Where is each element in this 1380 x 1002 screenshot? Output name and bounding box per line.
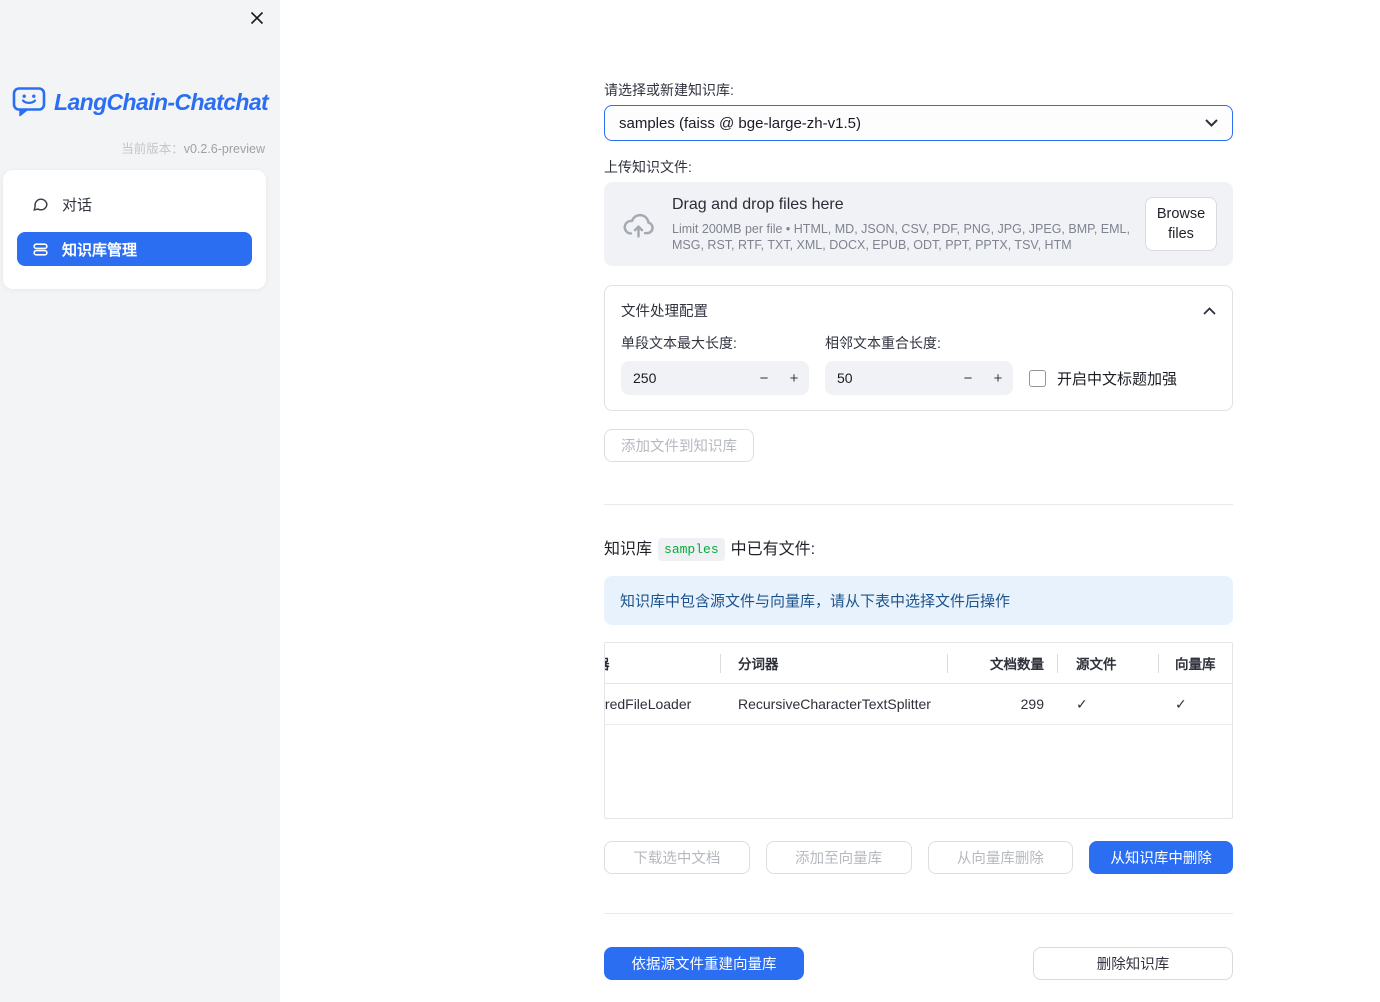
kb-name-code: samples bbox=[658, 538, 725, 561]
sidebar-item-kb-management[interactable]: 知识库管理 bbox=[17, 232, 252, 266]
decrement-button[interactable]: − bbox=[749, 370, 779, 387]
increment-button[interactable]: + bbox=[983, 370, 1013, 387]
overlap-size-stepper: − + bbox=[825, 361, 1013, 395]
info-alert: 知识库中包含源文件与向量库，请从下表中选择文件后操作 bbox=[604, 576, 1233, 625]
kb-selectbox[interactable]: samples (faiss @ bge-large-zh-v1.5) bbox=[604, 105, 1233, 141]
column-header-vector-store: 向量库 bbox=[1175, 657, 1216, 672]
table-row[interactable]: UnstructuredFileLoader RecursiveCharacte… bbox=[605, 684, 1232, 725]
upload-label: 上传知识文件: bbox=[604, 159, 692, 175]
dropzone-limits: Limit 200MB per file • HTML, MD, JSON, C… bbox=[672, 222, 1130, 252]
cell-source-file-check: ✓ bbox=[1076, 695, 1088, 712]
file-config-expander: 文件处理配置 单段文本最大长度: − + 相邻文本重合长度: bbox=[604, 285, 1233, 411]
main-area: 请选择或新建知识库: samples (faiss @ bge-large-zh… bbox=[280, 0, 1380, 1002]
overlap-size-input[interactable] bbox=[825, 370, 953, 386]
close-icon bbox=[250, 11, 264, 25]
info-alert-text: 知识库中包含源文件与向量库，请从下表中选择文件后操作 bbox=[620, 593, 1011, 610]
table-header-row: 文档加载器 分词器 文档数量 源文件 向量库 bbox=[605, 643, 1232, 684]
overlap-size-label: 相邻文本重合长度: bbox=[825, 335, 941, 351]
version-value: v0.2.6-preview bbox=[183, 142, 265, 156]
delete-from-vectorstore-button[interactable]: 从向量库删除 bbox=[927, 841, 1074, 874]
dropzone-instruction: Drag and drop files here bbox=[672, 196, 844, 213]
app-logo: LangChain-Chatchat bbox=[12, 86, 269, 118]
upload-cloud-icon bbox=[623, 213, 654, 238]
version-label: 当前版本： bbox=[121, 142, 184, 156]
add-to-vectorstore-button[interactable]: 添加至向量库 bbox=[765, 841, 912, 874]
rebuild-vectorstore-button[interactable]: 依据源文件重建向量库 bbox=[604, 947, 804, 980]
version-info: 当前版本：v0.2.6-preview bbox=[121, 138, 265, 157]
decrement-button[interactable]: − bbox=[953, 370, 983, 387]
chunk-size-input[interactable] bbox=[621, 370, 749, 386]
sidebar-nav: 对话 知识库管理 bbox=[3, 170, 266, 289]
file-action-buttons: 下载选中文档 添加至向量库 从向量库删除 从知识库中删除 bbox=[604, 841, 1233, 874]
kb-files-suffix: 中已有文件: bbox=[730, 541, 816, 558]
kb-files-prefix: 知识库 bbox=[604, 541, 653, 558]
kb-select-label: 请选择或新建知识库: bbox=[604, 82, 734, 98]
chevron-down-icon bbox=[1205, 119, 1218, 127]
expander-header[interactable]: 文件处理配置 bbox=[605, 286, 1232, 329]
kb-files-heading: 知识库 samples 中已有文件: bbox=[604, 538, 1233, 561]
zh-title-enhance-label[interactable]: 开启中文标题加强 bbox=[1057, 368, 1177, 389]
chunk-size-label: 单段文本最大长度: bbox=[621, 335, 737, 351]
file-dropzone[interactable]: Drag and drop files here Limit 200MB per… bbox=[604, 182, 1233, 266]
dropzone-texts: Drag and drop files here Limit 200MB per… bbox=[672, 195, 1130, 253]
stacked-list-icon bbox=[32, 241, 49, 258]
sidebar-close-button[interactable] bbox=[248, 9, 266, 27]
expander-title: 文件处理配置 bbox=[621, 304, 708, 320]
delete-kb-button[interactable]: 删除知识库 bbox=[1033, 947, 1233, 980]
cell-vector-store-check: ✓ bbox=[1175, 695, 1187, 712]
increment-button[interactable]: + bbox=[779, 370, 809, 387]
divider bbox=[604, 504, 1233, 505]
cell-splitter: RecursiveCharacterTextSplitter bbox=[738, 696, 931, 712]
chunk-size-stepper: − + bbox=[621, 361, 809, 395]
cell-docs-count: 299 bbox=[1020, 696, 1044, 712]
add-files-to-kb-button[interactable]: 添加文件到知识库 bbox=[604, 429, 754, 462]
expander-body: 单段文本最大长度: − + 相邻文本重合长度: − + bbox=[605, 329, 1232, 410]
sidebar-item-dialogue[interactable]: 对话 bbox=[17, 187, 252, 221]
sidebar-item-label: 对话 bbox=[62, 196, 93, 214]
column-header-source-file: 源文件 bbox=[1058, 643, 1159, 683]
browse-files-button[interactable]: Browse files bbox=[1145, 197, 1217, 251]
column-header-loader: 文档加载器 bbox=[605, 643, 721, 683]
kb-files-table[interactable]: 文档加载器 分词器 文档数量 源文件 向量库 UnstructuredFileL… bbox=[604, 642, 1233, 819]
column-header-docs-count: 文档数量 bbox=[948, 643, 1058, 683]
zh-title-enhance-checkbox[interactable] bbox=[1029, 369, 1046, 387]
sidebar: LangChain-Chatchat 当前版本：v0.2.6-preview 对… bbox=[0, 0, 280, 1002]
sidebar-item-label: 知识库管理 bbox=[62, 241, 138, 259]
app-title: LangChain-Chatchat bbox=[54, 88, 269, 115]
download-selected-button[interactable]: 下载选中文档 bbox=[604, 841, 750, 874]
cell-loader: UnstructuredFileLoader bbox=[605, 696, 692, 712]
kb-action-buttons: 依据源文件重建向量库 删除知识库 bbox=[604, 947, 1233, 980]
column-header-splitter: 分词器 bbox=[721, 643, 948, 683]
chat-smiley-logo-icon bbox=[12, 87, 46, 117]
kb-selectbox-value: samples (faiss @ bge-large-zh-v1.5) bbox=[619, 114, 861, 132]
delete-from-kb-button[interactable]: 从知识库中删除 bbox=[1089, 841, 1233, 874]
chat-bubble-icon bbox=[32, 196, 49, 213]
divider bbox=[604, 913, 1233, 914]
chevron-up-icon bbox=[1203, 306, 1216, 315]
